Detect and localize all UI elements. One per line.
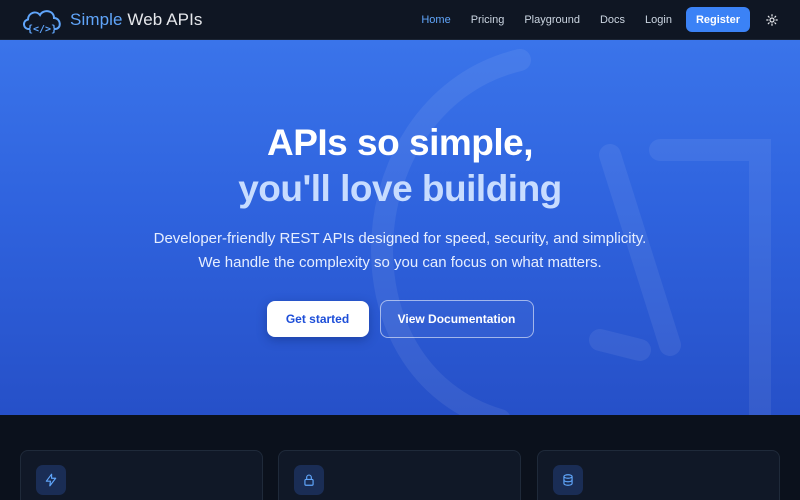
brand-name-part2: Web APIs xyxy=(122,9,203,29)
nav-pricing-link[interactable]: Pricing xyxy=(471,14,505,26)
hero-subtitle: Developer-friendly REST APIs designed fo… xyxy=(0,227,800,275)
nav-docs-link[interactable]: Docs xyxy=(600,14,625,26)
hero-actions: Get started View Documentation xyxy=(0,300,800,338)
cloud-code-icon: {</>} xyxy=(23,9,61,35)
get-started-button[interactable]: Get started xyxy=(266,301,369,337)
lightning-icon xyxy=(45,473,57,487)
feature-card-data xyxy=(537,450,780,500)
features-section xyxy=(0,415,800,500)
hero-subtitle-line2: We handle the complexity so you can focu… xyxy=(198,254,602,271)
sun-icon[interactable] xyxy=(766,13,778,26)
feature-icon-badge xyxy=(36,465,66,495)
hero-section: APIs so simple, you'll love building Dev… xyxy=(0,40,800,415)
nav-links: Home Pricing Playground Docs Login Regis… xyxy=(401,7,778,32)
page: {</>} Simple Web APIs Home Pricing Playg… xyxy=(0,0,800,500)
svg-text:{</>}: {</>} xyxy=(27,24,57,35)
view-documentation-button[interactable]: View Documentation xyxy=(379,300,534,338)
database-icon xyxy=(563,474,573,486)
feature-icon-badge xyxy=(553,465,583,495)
feature-card-speed xyxy=(20,450,263,500)
brand-name: Simple Web APIs xyxy=(70,10,203,30)
lock-icon xyxy=(304,474,314,486)
nav-home-link[interactable]: Home xyxy=(421,14,450,26)
top-navbar: {</>} Simple Web APIs Home Pricing Playg… xyxy=(0,0,800,40)
register-button[interactable]: Register xyxy=(685,7,750,32)
hero-title: APIs so simple, you'll love building xyxy=(0,120,800,212)
feature-icon-badge xyxy=(294,465,324,495)
feature-card-security xyxy=(278,450,521,500)
brand-name-part1: Simple xyxy=(70,9,123,29)
nav-login-link[interactable]: Login xyxy=(645,14,672,26)
hero-title-line2: you'll love building xyxy=(238,168,562,209)
hero-title-line1: APIs so simple, xyxy=(267,122,534,163)
hero-subtitle-line1: Developer-friendly REST APIs designed fo… xyxy=(153,230,647,247)
brand-home-link[interactable]: {</>} Simple Web APIs xyxy=(20,5,203,35)
nav-playground-link[interactable]: Playground xyxy=(524,14,580,26)
